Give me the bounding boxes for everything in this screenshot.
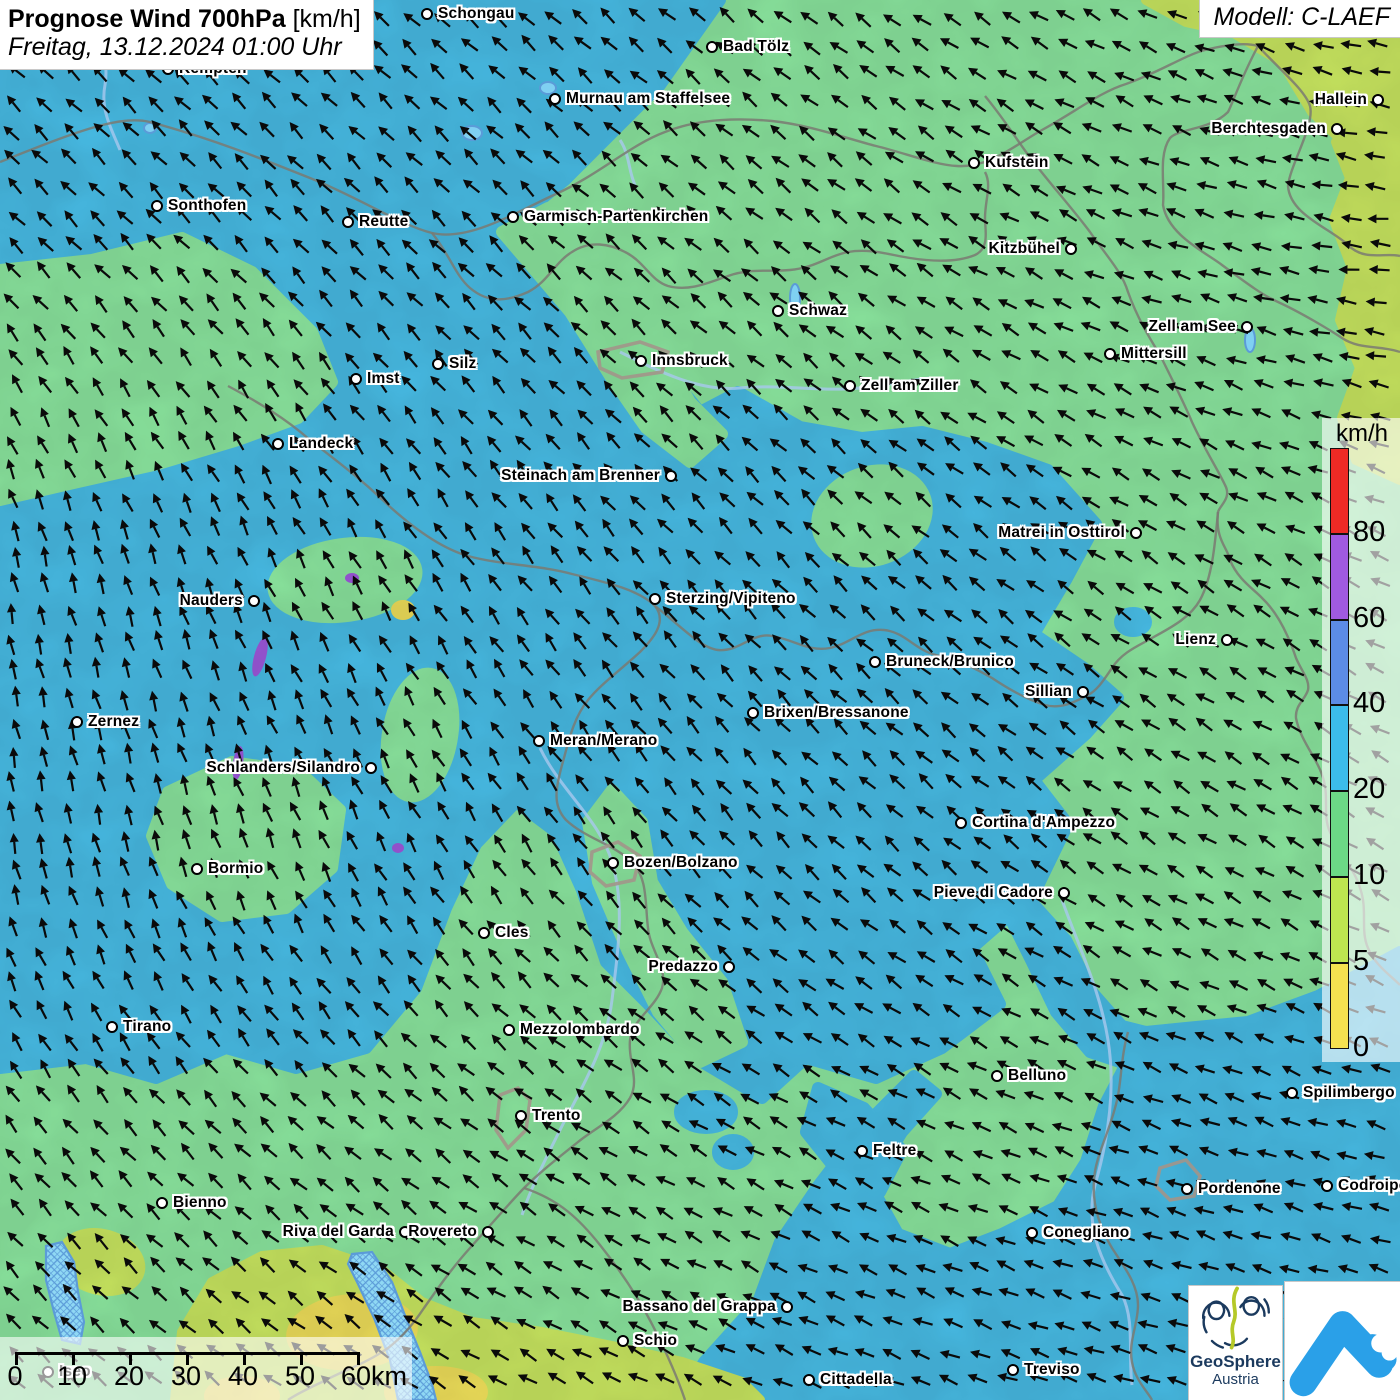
geosphere-name: GeoSphere — [1190, 1352, 1281, 1371]
scalebar-label-20: 20 — [113, 1361, 145, 1391]
legend-tick-5: 5 — [1353, 944, 1370, 977]
geosphere-sub: Austria — [1212, 1371, 1259, 1388]
wind-map-canvas — [0, 0, 1400, 1400]
legend-tick-20: 20 — [1353, 773, 1386, 806]
weather-map-page: SchongauBad TölzKemptenMurnau am Staffel… — [0, 0, 1400, 1400]
geosphere-logo-icon — [1201, 1286, 1270, 1350]
model-panel: Modell: C-LAEF — [1199, 0, 1400, 37]
legend-panel: km/h 80 60 40 20 10 5 0 — [1322, 418, 1400, 1063]
scalebar-label-0: 0 — [7, 1361, 23, 1391]
legend-segment-60 — [1330, 533, 1349, 620]
scalebar-label-40: 40 — [227, 1361, 259, 1391]
unit-label: [km/h] — [292, 5, 361, 33]
legend-segment-40 — [1330, 619, 1349, 706]
scalebar-label-60km: 60km — [341, 1361, 408, 1391]
legend-tick-0: 0 — [1353, 1030, 1370, 1063]
page-subtitle: Freitag, 13.12.2024 01:00 Uhr — [8, 33, 342, 61]
legend-tick-80: 80 — [1353, 515, 1386, 548]
legend-segment-0 — [1330, 962, 1349, 1049]
legend-segment-20 — [1330, 705, 1349, 792]
legend-tick-40: 40 — [1353, 687, 1386, 720]
geosphere-logo-panel: GeoSphere Austria — [1189, 1286, 1282, 1400]
legend-segment-80 — [1330, 448, 1349, 534]
scalebar-label-50: 50 — [284, 1361, 316, 1391]
model-label: Modell: C-LAEF — [1213, 3, 1390, 31]
page-title: Prognose Wind 700hPa [km/h] — [8, 5, 361, 33]
legend-unit-label: km/h — [1336, 420, 1389, 447]
scalebar-panel: 0 10 20 30 40 50 60km — [0, 1337, 412, 1400]
title-panel: Prognose Wind 700hPa [km/h] Freitag, 13.… — [0, 0, 373, 69]
mountain-cloud-icon — [1289, 1311, 1398, 1397]
mountain-logo-panel — [1285, 1282, 1400, 1400]
legend-tick-60: 60 — [1353, 601, 1386, 634]
legend-tick-10: 10 — [1353, 859, 1386, 891]
scalebar-label-30: 30 — [170, 1361, 202, 1391]
scalebar-label-10: 10 — [56, 1361, 88, 1391]
legend-segment-10 — [1330, 791, 1349, 877]
legend-segment-5 — [1330, 877, 1349, 963]
